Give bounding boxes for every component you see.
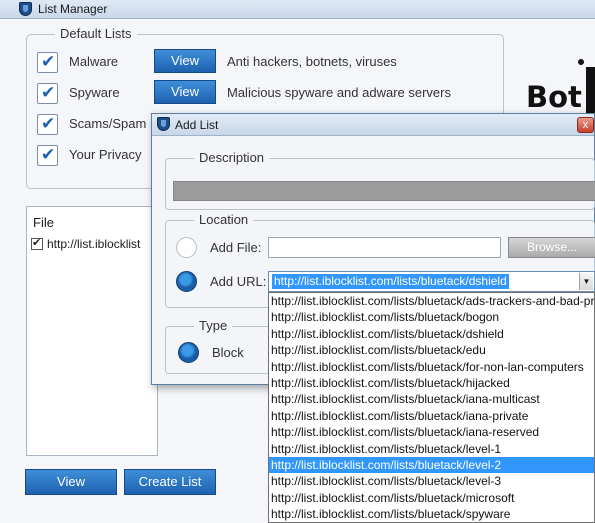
malware-label: Malware	[69, 54, 119, 69]
create-list-button[interactable]: Create List	[124, 469, 216, 495]
malware-description: Anti hackers, botnets, viruses	[227, 54, 397, 69]
dropdown-option[interactable]: http://list.iblocklist.com/lists/bluetac…	[269, 326, 594, 342]
scams-spam-checkbox[interactable]	[37, 114, 58, 135]
malware-view-button[interactable]: View	[154, 49, 216, 73]
dropdown-option[interactable]: http://list.iblocklist.com/lists/bluetac…	[269, 391, 594, 407]
add-url-label: Add URL:	[210, 274, 267, 289]
default-lists-legend: Default Lists	[55, 26, 137, 41]
spyware-label: Spyware	[69, 85, 120, 100]
add-file-label: Add File:	[210, 240, 262, 255]
location-legend: Location	[194, 212, 254, 227]
shield-icon	[19, 2, 32, 16]
description-legend: Description	[194, 150, 270, 165]
row-checkbox[interactable]	[31, 236, 43, 250]
url-dropdown-list[interactable]: http://list.iblocklist.com/lists/bluetac…	[268, 292, 595, 523]
window-titlebar: List Manager	[0, 0, 595, 19]
dropdown-option[interactable]: http://list.iblocklist.com/lists/bluetac…	[269, 293, 594, 309]
dropdown-option[interactable]: http://list.iblocklist.com/lists/bluetac…	[269, 342, 594, 358]
add-file-radio[interactable]	[176, 237, 197, 258]
dropdown-option[interactable]: http://list.iblocklist.com/lists/bluetac…	[269, 424, 594, 440]
add-url-value: http://list.iblocklist.com/lists/bluetac…	[272, 274, 509, 289]
description-field[interactable]	[173, 181, 595, 201]
type-legend: Type	[194, 318, 233, 333]
logo-mark	[586, 67, 595, 119]
add-url-combobox[interactable]: http://list.iblocklist.com/lists/bluetac…	[268, 271, 595, 292]
logo-dot	[578, 59, 584, 65]
close-icon[interactable]: x	[577, 117, 594, 133]
dialog-title: Add List	[175, 118, 219, 132]
browse-button[interactable]: Browse...	[508, 237, 595, 258]
logo-text: Bot	[526, 80, 582, 114]
file-column-header: File	[33, 215, 54, 230]
dropdown-option[interactable]: http://list.iblocklist.com/lists/bluetac…	[269, 473, 594, 489]
chevron-down-icon[interactable]: ▼	[579, 273, 593, 290]
dropdown-option[interactable]: http://list.iblocklist.com/lists/bluetac…	[269, 359, 594, 375]
view-button[interactable]: View	[25, 469, 117, 495]
table-row[interactable]: http://list.iblocklist	[31, 236, 141, 251]
scams-spam-label: Scams/Spam	[69, 116, 147, 131]
block-label: Block	[212, 345, 244, 360]
malware-checkbox[interactable]	[37, 52, 58, 73]
description-group: Description	[165, 150, 595, 210]
dropdown-option[interactable]: http://list.iblocklist.com/lists/bluetac…	[269, 441, 594, 457]
add-file-input[interactable]	[268, 237, 501, 258]
row-url: http://list.iblocklist	[47, 237, 141, 251]
block-radio[interactable]	[178, 342, 199, 363]
your-privacy-label: Your Privacy	[69, 147, 142, 162]
shield-icon	[157, 117, 170, 131]
dropdown-option[interactable]: http://list.iblocklist.com/lists/bluetac…	[269, 490, 594, 506]
dropdown-option[interactable]: http://list.iblocklist.com/lists/bluetac…	[269, 456, 594, 474]
dropdown-option[interactable]: http://list.iblocklist.com/lists/bluetac…	[269, 506, 594, 522]
window-title: List Manager	[38, 2, 108, 16]
dropdown-option[interactable]: http://list.iblocklist.com/lists/bluetac…	[269, 375, 594, 391]
spyware-description: Malicious spyware and adware servers	[227, 85, 451, 100]
dialog-titlebar: Add List x	[152, 114, 594, 136]
spyware-view-button[interactable]: View	[154, 80, 216, 104]
spyware-checkbox[interactable]	[37, 83, 58, 104]
dropdown-option[interactable]: http://list.iblocklist.com/lists/bluetac…	[269, 408, 594, 424]
add-url-radio[interactable]	[176, 271, 197, 292]
your-privacy-checkbox[interactable]	[37, 145, 58, 166]
dropdown-option[interactable]: http://list.iblocklist.com/lists/bluetac…	[269, 309, 594, 325]
file-list[interactable]: File http://list.iblocklist	[26, 206, 158, 456]
